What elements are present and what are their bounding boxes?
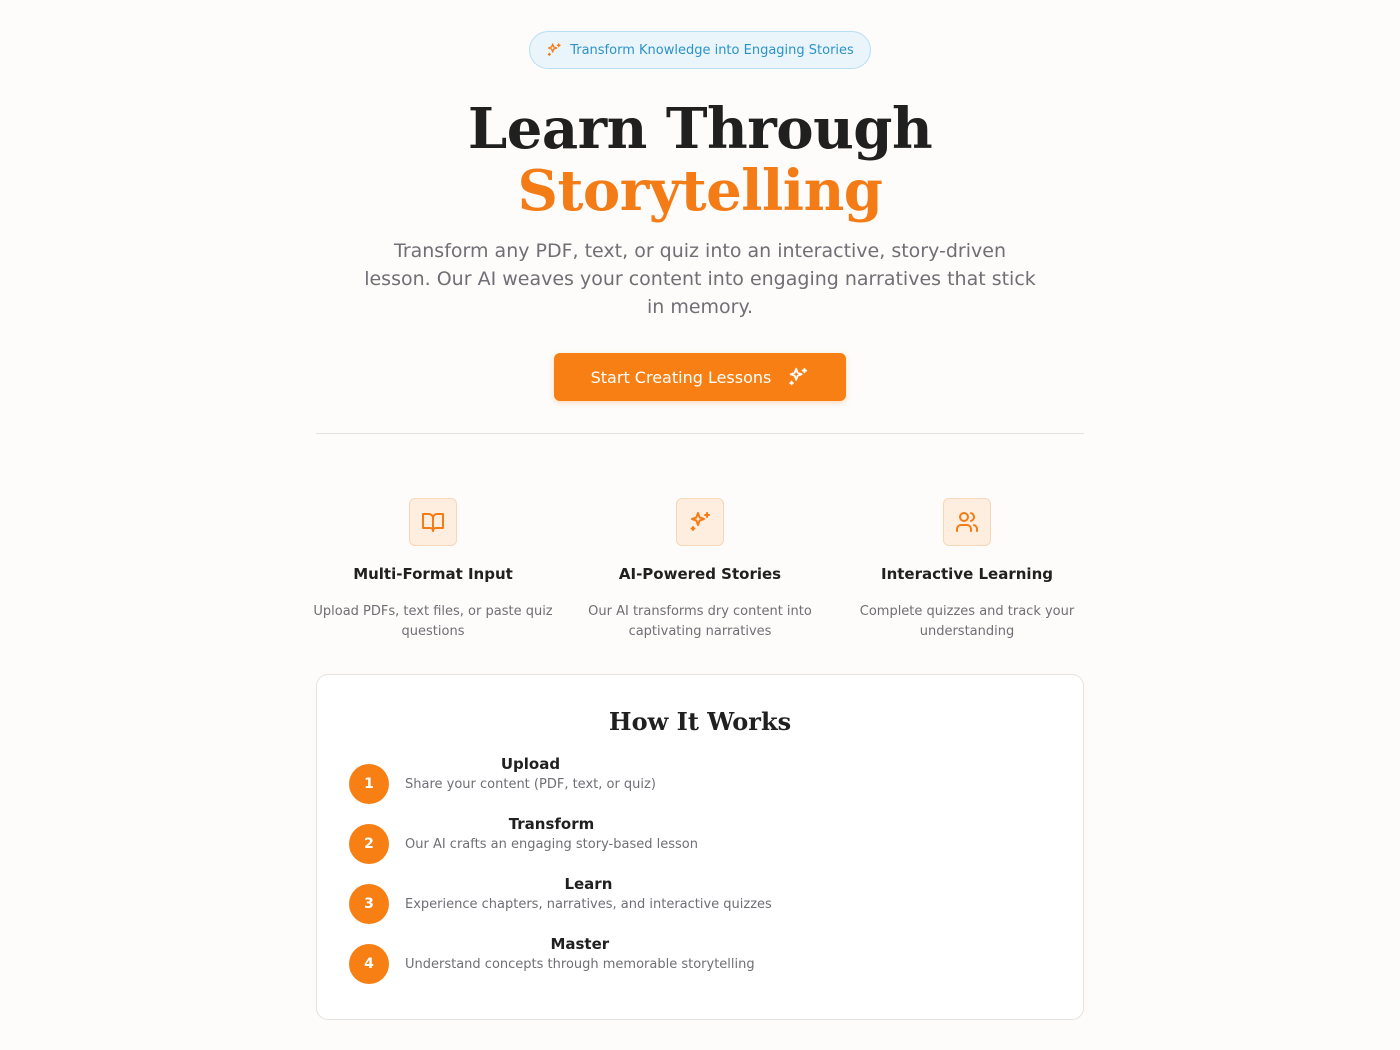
- feature-title: Interactive Learning: [881, 565, 1053, 583]
- feature-card-ai-stories: AI-Powered Stories Our AI transforms dry…: [572, 498, 828, 642]
- step-description: Understand concepts through memorable st…: [405, 957, 755, 972]
- page-title: Learn Through Storytelling: [0, 98, 1400, 222]
- feature-title: Multi-Format Input: [353, 565, 513, 583]
- title-line-2: Storytelling: [517, 158, 883, 224]
- sparkles-icon: [690, 512, 710, 531]
- feature-icon-box: [943, 498, 991, 546]
- sparkles-icon: [547, 43, 561, 56]
- step-title: Transform: [508, 815, 595, 833]
- book-open-icon: [422, 513, 444, 532]
- feature-description: Upload PDFs, text files, or paste quiz q…: [313, 604, 553, 639]
- hero-badge: Transform Knowledge into Engaging Storie…: [529, 31, 871, 69]
- feature-card-interactive: Interactive Learning Complete quizzes an…: [839, 498, 1095, 642]
- step-number: 1: [349, 764, 389, 804]
- step-description: Share your content (PDF, text, or quiz): [405, 777, 656, 792]
- step-number: 3: [349, 884, 389, 924]
- hero-subtitle: Transform any PDF, text, or quiz into an…: [364, 240, 1036, 318]
- feature-card-multi-format: Multi-Format Input Upload PDFs, text fil…: [305, 498, 561, 642]
- step-description: Our AI crafts an engaging story-based le…: [405, 837, 698, 852]
- feature-description: Complete quizzes and track your understa…: [859, 604, 1075, 639]
- feature-description: Our AI transforms dry content into capti…: [588, 604, 812, 639]
- badge-text: Transform Knowledge into Engaging Storie…: [570, 42, 854, 58]
- step-title: Learn: [564, 875, 613, 893]
- feature-icon-box: [676, 498, 724, 546]
- step-number: 2: [349, 824, 389, 864]
- title-line-1: Learn Through: [467, 96, 933, 162]
- sparkles-icon: [789, 367, 808, 386]
- step-description: Experience chapters, narratives, and int…: [405, 897, 772, 912]
- users-icon: [956, 512, 978, 532]
- cta-label: Start Creating Lessons: [590, 367, 772, 387]
- feature-icon-box: [409, 498, 457, 546]
- how-it-works-heading: How It Works: [608, 707, 792, 736]
- feature-title: AI-Powered Stories: [618, 565, 782, 583]
- step-title: Master: [550, 935, 610, 953]
- step-title: Upload: [500, 755, 561, 773]
- start-creating-lessons-button[interactable]: Start Creating Lessons: [554, 353, 846, 401]
- step-number: 4: [349, 944, 389, 984]
- how-it-works-card: How It Works 1 Upload Share your content…: [316, 674, 1084, 1020]
- section-divider: [316, 433, 1084, 434]
